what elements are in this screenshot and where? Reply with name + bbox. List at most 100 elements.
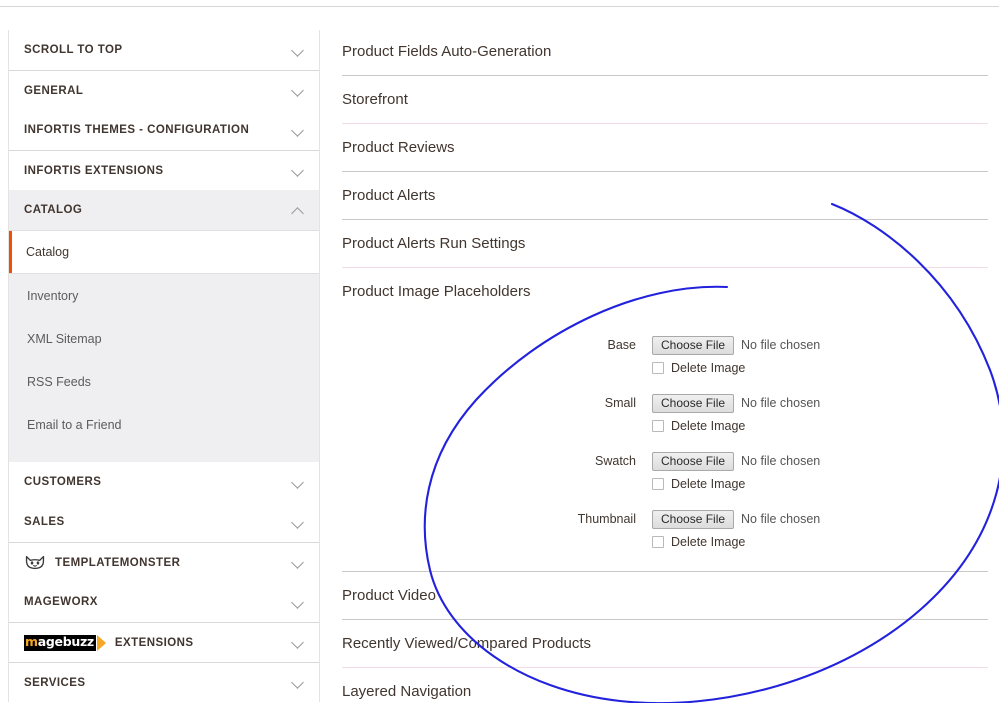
delete-image-small[interactable]: Delete Image	[652, 419, 990, 433]
choose-file-button[interactable]: Choose File	[652, 393, 735, 413]
delete-image-label[interactable]: Delete Image	[671, 535, 745, 549]
placeholder-row-small: Small Choose File No file chosen Delete …	[330, 393, 990, 433]
choose-file-button[interactable]: Choose File	[652, 451, 735, 471]
section-layered-navigation: Layered Navigation	[330, 668, 990, 703]
top-divider	[0, 6, 999, 7]
delete-image-thumbnail[interactable]: Delete Image	[652, 535, 990, 549]
delete-image-checkbox[interactable]	[652, 478, 664, 490]
section-header[interactable]: Layered Navigation	[330, 668, 990, 703]
sidebar-item-infortis-themes-configuration[interactable]: INFORTIS THEMES - CONFIGURATION	[9, 110, 319, 150]
sidebar-group-general: GENERAL	[9, 70, 319, 110]
sidebar-item-templatemonster[interactable]: TEMPLATEMONSTER	[9, 542, 319, 582]
sidebar-item-services[interactable]: SERVICES	[9, 662, 319, 702]
chevron-down-icon[interactable]	[292, 44, 305, 57]
sidebar-group-sales: SALES	[9, 502, 319, 542]
field-label: Small	[604, 396, 636, 410]
section-product-alerts: Product Alerts	[330, 172, 990, 220]
sidebar-subitem-label: Inventory	[27, 288, 79, 303]
placeholder-row-swatch: Swatch Choose File No file chosen Delete…	[330, 451, 990, 491]
sidebar-group-services: SERVICES	[9, 662, 319, 702]
config-sidebar: SCROLL TO TOP GENERAL INFORTIS THEMES - …	[8, 30, 320, 702]
placeholder-row-base: Base Choose File No file chosen Delete I…	[330, 335, 990, 375]
sidebar-subitem-label: Catalog	[26, 245, 70, 259]
sidebar-item-sales[interactable]: SALES	[9, 502, 319, 542]
chevron-down-icon[interactable]	[292, 476, 305, 489]
section-header[interactable]: Recently Viewed/Compared Products	[330, 620, 990, 667]
sidebar-subitem-xml-sitemap[interactable]: XML Sitemap	[9, 317, 319, 360]
chevron-down-icon[interactable]	[292, 516, 305, 529]
chevron-up-icon[interactable]	[292, 204, 305, 217]
delete-image-label[interactable]: Delete Image	[671, 477, 745, 491]
delete-image-checkbox[interactable]	[652, 536, 664, 548]
sidebar-group-infortis-extensions: INFORTIS EXTENSIONS	[9, 150, 319, 190]
section-header[interactable]: Product Fields Auto-Generation	[330, 28, 990, 75]
placeholder-row-thumbnail: Thumbnail Choose File No file chosen Del…	[330, 509, 990, 549]
section-header[interactable]: Product Alerts Run Settings	[330, 220, 990, 267]
sidebar-item-label: INFORTIS EXTENSIONS	[24, 164, 164, 177]
chevron-down-icon[interactable]	[292, 124, 305, 137]
file-status-text: No file chosen	[741, 338, 821, 352]
section-header[interactable]: Storefront	[330, 76, 990, 123]
section-header[interactable]: Product Video	[330, 572, 990, 619]
section-title: Product Reviews	[342, 139, 455, 156]
sidebar-subitem-label: Email to a Friend	[27, 417, 122, 432]
chevron-down-icon[interactable]	[292, 596, 305, 609]
config-main-panel: Product Fields Auto-Generation Storefron…	[330, 28, 990, 703]
sidebar-group-magebuzz-extensions: m agebuzz EXTENSIONS	[9, 622, 319, 662]
delete-image-swatch[interactable]: Delete Image	[652, 477, 990, 491]
sidebar-item-label: SCROLL TO TOP	[24, 44, 123, 56]
section-title: Product Video	[342, 587, 436, 604]
delete-image-base[interactable]: Delete Image	[652, 361, 990, 375]
chevron-down-icon[interactable]	[292, 676, 305, 689]
chevron-down-icon[interactable]	[292, 164, 305, 177]
chevron-down-icon[interactable]	[292, 636, 305, 649]
catalog-submenu: Catalog Inventory XML Sitemap RSS Feeds …	[9, 230, 319, 462]
sidebar-item-customers[interactable]: CUSTOMERS	[9, 462, 319, 502]
sidebar-item-label: SALES	[24, 516, 65, 528]
sidebar-item-infortis-extensions[interactable]: INFORTIS EXTENSIONS	[9, 150, 319, 190]
choose-file-button[interactable]: Choose File	[652, 509, 735, 529]
file-input-small[interactable]: Choose File No file chosen	[652, 393, 990, 413]
sidebar-item-label: MAGEWORX	[24, 596, 98, 608]
sidebar-item-mageworx[interactable]: MAGEWORX	[9, 582, 319, 622]
chevron-down-icon[interactable]	[292, 556, 305, 569]
section-storefront: Storefront	[330, 76, 990, 124]
sidebar-subitem-rss-feeds[interactable]: RSS Feeds	[9, 360, 319, 403]
sidebar-item-scroll-to-top[interactable]: SCROLL TO TOP	[9, 30, 319, 70]
delete-image-label[interactable]: Delete Image	[671, 419, 745, 433]
section-header[interactable]: Product Alerts	[330, 172, 990, 219]
field-control: Choose File No file chosen Delete Image	[652, 509, 990, 549]
field-control: Choose File No file chosen Delete Image	[652, 393, 990, 433]
sidebar-subitem-catalog[interactable]: Catalog	[9, 231, 319, 274]
sidebar-item-general[interactable]: GENERAL	[9, 70, 319, 110]
file-input-thumbnail[interactable]: Choose File No file chosen	[652, 509, 990, 529]
section-recently-viewed-compared-products: Recently Viewed/Compared Products	[330, 620, 990, 668]
delete-image-checkbox[interactable]	[652, 362, 664, 374]
sidebar-subitem-inventory[interactable]: Inventory	[9, 274, 319, 317]
section-title: Recently Viewed/Compared Products	[342, 635, 592, 652]
product-image-placeholders-form: Base Choose File No file chosen Delete I…	[330, 315, 990, 571]
field-label: Base	[607, 338, 637, 352]
sidebar-group-templatemonster: TEMPLATEMONSTER	[9, 542, 319, 582]
delete-image-checkbox[interactable]	[652, 420, 664, 432]
section-title: Layered Navigation	[342, 683, 472, 700]
sidebar-item-catalog[interactable]: CATALOG	[9, 190, 319, 230]
sidebar-group-scroll-to-top: SCROLL TO TOP	[9, 30, 319, 70]
file-input-base[interactable]: Choose File No file chosen	[652, 335, 990, 355]
sidebar-item-magebuzz-extensions[interactable]: m agebuzz EXTENSIONS	[9, 622, 319, 662]
field-label: Thumbnail	[577, 512, 636, 526]
sidebar-item-label: SERVICES	[24, 676, 86, 689]
chevron-down-icon[interactable]	[292, 84, 305, 97]
file-status-text: No file chosen	[741, 454, 821, 468]
delete-image-label[interactable]: Delete Image	[671, 361, 745, 375]
sidebar-item-label: GENERAL	[24, 84, 84, 97]
choose-file-button[interactable]: Choose File	[652, 335, 735, 355]
section-product-image-placeholders: Product Image Placeholders Base Choose F…	[330, 268, 990, 572]
sidebar-subitem-email-to-a-friend[interactable]: Email to a Friend	[9, 403, 319, 446]
sidebar-group-infortis-themes: INFORTIS THEMES - CONFIGURATION	[9, 110, 319, 150]
section-title: Storefront	[342, 91, 408, 108]
file-status-text: No file chosen	[741, 396, 821, 410]
file-input-swatch[interactable]: Choose File No file chosen	[652, 451, 990, 471]
section-header[interactable]: Product Image Placeholders	[330, 268, 990, 315]
section-header[interactable]: Product Reviews	[330, 124, 990, 171]
